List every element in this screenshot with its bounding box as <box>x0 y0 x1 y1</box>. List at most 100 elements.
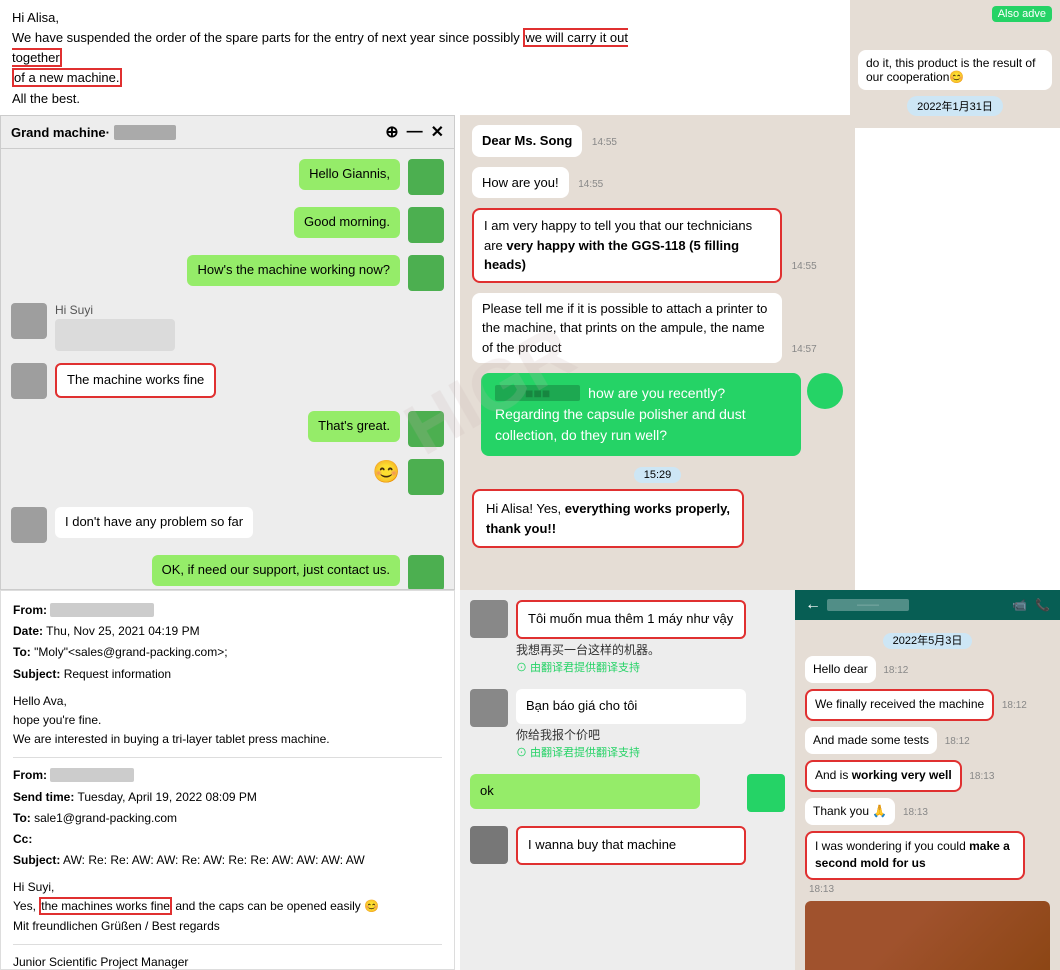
wc-name-tag: Hi Suyi <box>55 303 175 351</box>
wa2-time-3: 18:12 <box>945 736 970 747</box>
email1-subject: Subject: Request information <box>13 665 442 684</box>
wc-msg-2: Good morning. <box>11 207 444 243</box>
wc-msg-1: Hello Giannis, <box>11 159 444 195</box>
wa2-time-4: 18:13 <box>969 771 994 782</box>
wa2-header: ← —— 📹 📞 <box>795 590 1060 620</box>
email1-body: Hello Ava, hope you're fine. We are inte… <box>13 692 442 750</box>
email1-from: From: —— <box>13 601 442 620</box>
wa-time-badge: 15:29 <box>472 466 843 481</box>
wa-msg-text: do it, this product is the result of our… <box>866 56 1035 84</box>
wc-bubble-5: That's great. <box>308 411 400 442</box>
wc2-bubble-2: Bạn báo giá cho tôi <box>516 689 746 724</box>
wechat-icon3[interactable]: ✕ <box>431 122 444 142</box>
email1-subject-label: Subject: <box>13 667 60 681</box>
top-email-section: Hi Alisa, We have suspended the order of… <box>0 0 645 117</box>
wa-msg-5: Hi Alisa! Yes, everything works properly… <box>472 489 843 548</box>
wc2-bubble-1: Tôi muốn mua thêm 1 máy như vậy <box>516 600 746 639</box>
wc2-msg-3: ok <box>470 774 785 812</box>
wa2-bubble-1: Hello dear <box>805 656 876 683</box>
wa2-product-image <box>805 901 1050 970</box>
email2-subject-val: AW: Re: Re: AW: AW: Re: AW: Re: Re: AW: … <box>63 853 365 867</box>
wa-time-3: 14:55 <box>792 261 817 272</box>
wa-msg-2: How are you! 14:55 <box>472 167 843 199</box>
also-adv-button[interactable]: Also adve <box>992 6 1052 22</box>
email2-body: Hi Suyi, Yes, the machines works fine an… <box>13 878 442 936</box>
wc2-msg-1: Tôi muốn mua thêm 1 máy như vậy 我想再买一台这样… <box>470 600 785 675</box>
email-body-line1: We have suspended the order of the spare… <box>12 28 633 68</box>
wa-msg-4: Please tell me if it is possible to atta… <box>472 293 843 364</box>
wc-bubble-1: Hello Giannis, <box>299 159 400 190</box>
wc-bubble-machine-fine: The machine works fine <box>55 363 216 398</box>
wa2-call-icon[interactable]: 📞 <box>1035 598 1050 612</box>
wa-msg-3: I am very happy to tell you that our tec… <box>472 208 843 283</box>
email2-divider <box>13 944 442 945</box>
email1-date: Date: Thu, Nov 25, 2021 04:19 PM <box>13 622 442 641</box>
wc-avatar-right-6 <box>408 555 444 589</box>
wc-msg-7: OK, if need our support, just contact us… <box>11 555 444 589</box>
wechat-messages: Hello Giannis, Good morning. How's the m… <box>1 149 454 589</box>
wc-avatar-right-4 <box>408 411 444 447</box>
wa-bubble-printer: Please tell me if it is possible to atta… <box>472 293 782 364</box>
email2-to: To: sale1@grand-packing.com <box>13 809 442 828</box>
wc-msg-emoji: 😊 <box>11 459 444 495</box>
email1-subject-val: Request information <box>64 667 171 681</box>
top-right-whatsapp: Also adve do it, this product is the res… <box>850 0 1060 128</box>
email2-to-val: sale1@grand-packing.com <box>34 811 177 825</box>
wc2-sub-text-1: 我想再买一台这样的机器。 <box>516 641 785 658</box>
email1-to-label: To: <box>13 645 31 659</box>
email-text-before: We have suspended the order of the spare… <box>12 30 520 45</box>
wechat-icon1[interactable]: ⊕ <box>385 122 398 142</box>
wc-avatar-right <box>408 159 444 195</box>
wc-msg-3: How's the machine working now? <box>11 255 444 291</box>
wa2-msg-6: I was wondering if you could make a seco… <box>805 831 1050 895</box>
email2-sendtime: Send time: Tuesday, April 19, 2022 08:09… <box>13 788 442 807</box>
wc2-msg-4: I wanna buy that machine <box>470 826 785 865</box>
wa2-date-badge: 2022年5月3日 <box>805 632 1050 648</box>
wc2-translate-2: ⊙ 由翻译君提供翻译支持 <box>516 744 785 760</box>
wa-bubble-large-green: ■■■ how are you recently?Regarding the c… <box>481 373 801 456</box>
wa2-bubble-received: We finally received the machine <box>805 689 994 720</box>
wa-message-bubble: do it, this product is the result of our… <box>858 50 1052 90</box>
wc2-bubble-wanna-buy: I wanna buy that machine <box>516 826 746 865</box>
wa-bubble-works: Hi Alisa! Yes, everything works properly… <box>472 489 744 548</box>
bottom-center-wc-messages: Tôi muốn mua thêm 1 máy như vậy 我想再买一台这样… <box>460 590 795 970</box>
wc-avatar-left-2 <box>11 363 47 399</box>
wc-name-row: Hi Suyi <box>11 303 444 351</box>
wa2-bubble-thanks: Thank you 🙏 <box>805 798 895 825</box>
email1-body3: We are interested in buying a tri-layer … <box>13 730 442 749</box>
wc-blurred-msg <box>55 319 175 351</box>
wa2-video-icon[interactable]: 📹 <box>1012 598 1027 612</box>
email2-body1: Hi Suyi, <box>13 878 442 897</box>
email2-body2: Yes, the machines works fine and the cap… <box>13 897 442 916</box>
email1-body1: Hello Ava, <box>13 692 442 711</box>
wechat-icon2[interactable]: — <box>407 123 423 141</box>
blurred-name: ■■■ <box>495 385 580 401</box>
wc2-avatar-3 <box>747 774 785 812</box>
wechat-group-name: Grand machine· <box>11 125 110 140</box>
wc-avatar-right-2 <box>408 207 444 243</box>
email1-date-label: Date: <box>13 624 43 638</box>
wc2-content-3: ok <box>470 774 739 809</box>
wc-emoji: 😊 <box>373 459 400 485</box>
email2-cc-label: Cc: <box>13 832 32 846</box>
email2-from-blur: —— <box>50 768 134 782</box>
wa2-date-text: 2022年5月3日 <box>883 633 973 649</box>
email1-to: To: "Moly"<sales@grand-packing.com>; <box>13 643 442 662</box>
wa-msg-1: Dear Ms. Song 14:55 <box>472 125 843 157</box>
wa2-msg-3: And made some tests 18:12 <box>805 727 1050 754</box>
email1-body2: hope you're fine. <box>13 711 442 730</box>
wc2-sub-text-2: 你给我报个价吧 <box>516 726 785 743</box>
wa2-time-1: 18:12 <box>883 665 908 676</box>
wc-avatar-left <box>11 303 47 339</box>
wechat-title-blur: —— <box>114 125 176 140</box>
wc-msg-4: The machine works fine <box>11 363 444 399</box>
wc2-translate-1: ⊙ 由翻译君提供翻译支持 <box>516 659 785 675</box>
wa-bubble-2: How are you! <box>472 167 569 199</box>
wc-bubble-2: Good morning. <box>294 207 400 238</box>
wa2-back-arrow[interactable]: ← <box>805 596 821 614</box>
wechat-header: Grand machine· —— ⊕ — ✕ <box>1 116 454 149</box>
wc2-content-1: Tôi muốn mua thêm 1 máy như vậy 我想再买一台这样… <box>516 600 785 675</box>
wa2-bubble-3: And made some tests <box>805 727 937 754</box>
wa2-bubble-working: And is working very well <box>805 760 962 791</box>
wa-avatar-large <box>807 373 843 409</box>
